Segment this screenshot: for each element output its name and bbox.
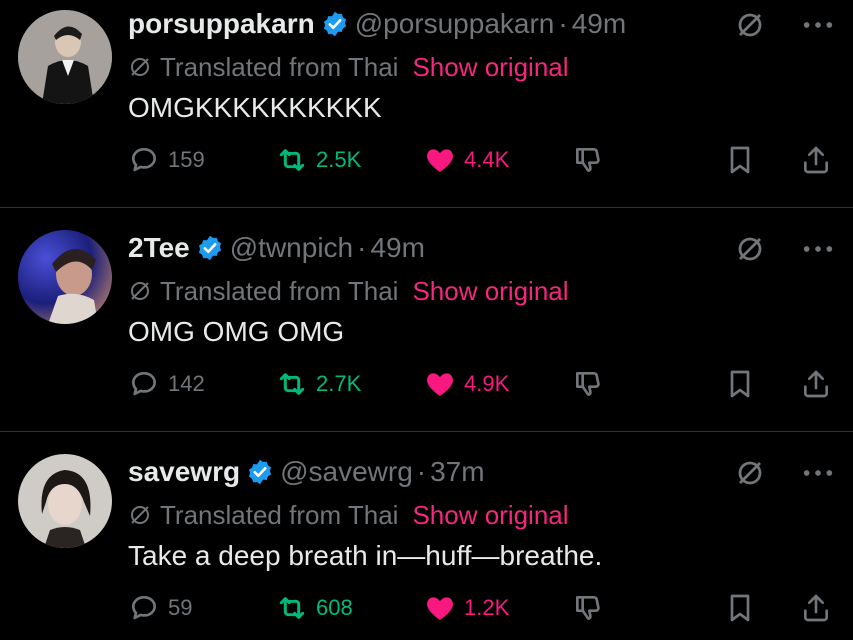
reply-button[interactable]: 159: [128, 144, 205, 176]
retweet-icon: [279, 373, 305, 395]
untranslate-toggle-icon[interactable]: [735, 234, 765, 264]
like-count: 4.9K: [464, 371, 510, 396]
dislike-button[interactable]: [572, 592, 604, 624]
verified-badge-icon: [248, 459, 272, 485]
handle[interactable]: @porsuppakarn: [355, 8, 555, 40]
action-bar: 159 2.5K 4.4K: [128, 144, 838, 180]
like-button[interactable]: 1.2K: [424, 592, 509, 624]
reply-count: 59: [168, 595, 193, 620]
avatar[interactable]: [18, 454, 112, 548]
share-icon: [804, 594, 828, 622]
separator-dot: ·: [357, 232, 367, 263]
avatar-image: [18, 230, 112, 324]
retweet-button[interactable]: 608: [276, 592, 353, 624]
like-count: 4.4K: [464, 147, 510, 172]
dislike-icon: [576, 596, 600, 620]
heart-icon: [427, 149, 453, 172]
like-button[interactable]: 4.4K: [424, 144, 509, 176]
reply-icon: [132, 148, 156, 172]
tweet-text: OMG OMG OMG: [128, 316, 345, 347]
bookmark-button[interactable]: [724, 592, 756, 624]
translated-label: Translated from Thai: [160, 499, 399, 530]
heart-icon: [427, 597, 453, 620]
avatar-image: [18, 10, 112, 104]
show-original-link[interactable]: Show original: [412, 500, 568, 531]
share-icon: [804, 146, 828, 174]
dislike-icon: [576, 372, 600, 396]
show-original-link[interactable]: Show original: [412, 52, 568, 83]
untranslate-toggle-icon[interactable]: [735, 458, 765, 488]
translated-label: Translated from Thai: [160, 51, 399, 82]
timestamp[interactable]: 49m: [370, 232, 424, 264]
translated-label: Translated from Thai: [160, 275, 399, 306]
tweet[interactable]: porsuppakarn @porsuppakarn · 49m Transla…: [0, 0, 853, 208]
dislike-button[interactable]: [572, 368, 604, 400]
untranslate-toggle-icon[interactable]: [735, 10, 765, 40]
retweet-count: 608: [316, 595, 353, 620]
reply-count: 159: [168, 147, 205, 172]
share-icon: [804, 370, 828, 398]
reply-button[interactable]: 142: [128, 368, 205, 400]
handle[interactable]: @twnpich: [230, 232, 353, 264]
display-name[interactable]: savewrg: [128, 456, 240, 488]
bookmark-icon: [730, 146, 750, 174]
verified-badge-icon: [323, 11, 346, 37]
action-bar: 59 608 1.2K: [128, 592, 838, 628]
reply-icon: [132, 596, 156, 620]
retweet-icon: [279, 597, 305, 619]
untranslate-icon: [131, 58, 149, 76]
bookmark-icon: [730, 370, 750, 398]
dislike-icon: [576, 148, 600, 172]
timestamp[interactable]: 37m: [430, 456, 484, 488]
verified-badge-icon: [198, 235, 221, 261]
share-button[interactable]: [800, 144, 832, 176]
avatar[interactable]: [18, 10, 112, 104]
avatar-image: [18, 454, 112, 548]
untranslate-icon: [131, 282, 149, 300]
retweet-count: 2.7K: [316, 371, 362, 396]
bookmark-button[interactable]: [724, 368, 756, 400]
tweet-text: OMGKKKKKKKKKK: [128, 92, 382, 123]
display-name[interactable]: porsuppakarn: [128, 8, 315, 40]
show-original-link[interactable]: Show original: [412, 276, 568, 307]
retweet-button[interactable]: 2.5K: [276, 144, 361, 176]
retweet-icon: [279, 149, 305, 171]
reply-button[interactable]: 59: [128, 592, 192, 624]
tweet-feed: porsuppakarn @porsuppakarn · 49m Transla…: [0, 0, 853, 640]
bookmark-icon: [730, 594, 750, 622]
action-bar: 142 2.7K 4.9K: [128, 368, 838, 404]
like-button[interactable]: 4.9K: [424, 368, 509, 400]
more-icon[interactable]: [801, 234, 835, 264]
tweet-text: Take a deep breath in—huff—breathe.: [128, 540, 603, 571]
tweet[interactable]: savewrg @savewrg · 37m Translated from T…: [0, 432, 853, 640]
untranslate-icon: [131, 506, 149, 524]
reply-count: 142: [168, 371, 205, 396]
retweet-count: 2.5K: [316, 147, 362, 172]
heart-icon: [427, 373, 453, 396]
tweet[interactable]: 2Tee @twnpich · 49m Translated from Thai…: [0, 208, 853, 432]
more-icon[interactable]: [801, 10, 835, 40]
separator-dot: ·: [558, 8, 568, 39]
avatar[interactable]: [18, 230, 112, 324]
separator-dot: ·: [416, 456, 427, 487]
reply-icon: [132, 372, 156, 396]
display-name[interactable]: 2Tee: [128, 232, 190, 264]
retweet-button[interactable]: 2.7K: [276, 368, 361, 400]
handle[interactable]: @savewrg: [280, 456, 413, 488]
more-icon[interactable]: [801, 458, 835, 488]
bookmark-button[interactable]: [724, 144, 756, 176]
share-button[interactable]: [800, 368, 832, 400]
like-count: 1.2K: [464, 595, 510, 620]
timestamp[interactable]: 49m: [572, 8, 626, 40]
dislike-button[interactable]: [572, 144, 604, 176]
share-button[interactable]: [800, 592, 832, 624]
